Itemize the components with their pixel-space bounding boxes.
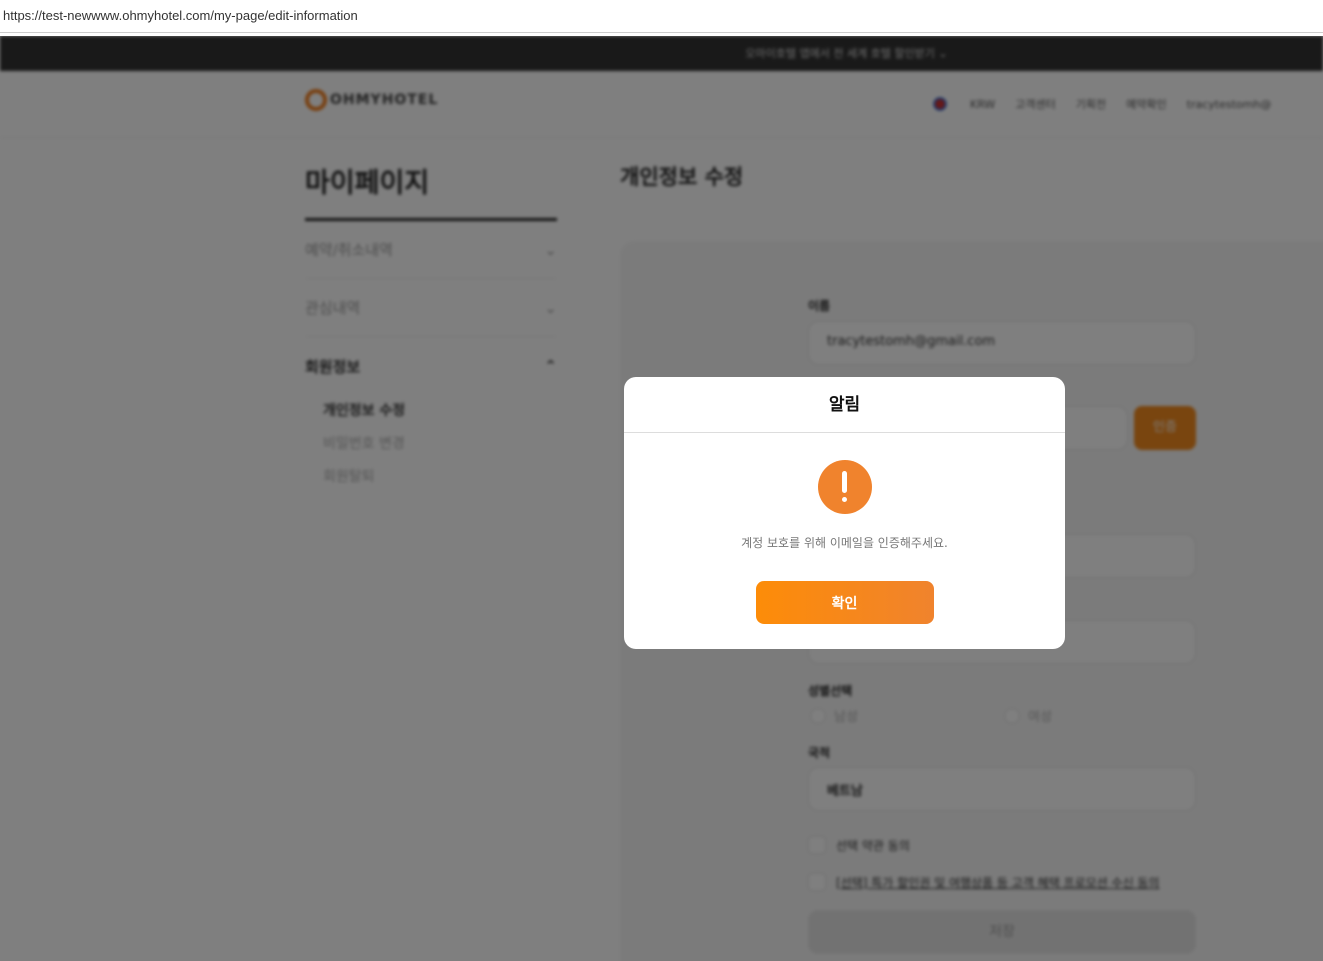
confirm-button[interactable]: 확인 <box>755 581 934 624</box>
warning-icon <box>817 460 872 514</box>
alert-dialog: 알림 계정 보호를 위해 이메일을 인증해주세요. 확인 <box>624 377 1065 649</box>
address-bar[interactable]: https://test-newwww.ohmyhotel.com/my-pag… <box>0 0 1323 33</box>
dialog-message: 계정 보호를 위해 이메일을 인증해주세요. <box>741 536 948 550</box>
dialog-title: 알림 <box>624 377 1065 433</box>
